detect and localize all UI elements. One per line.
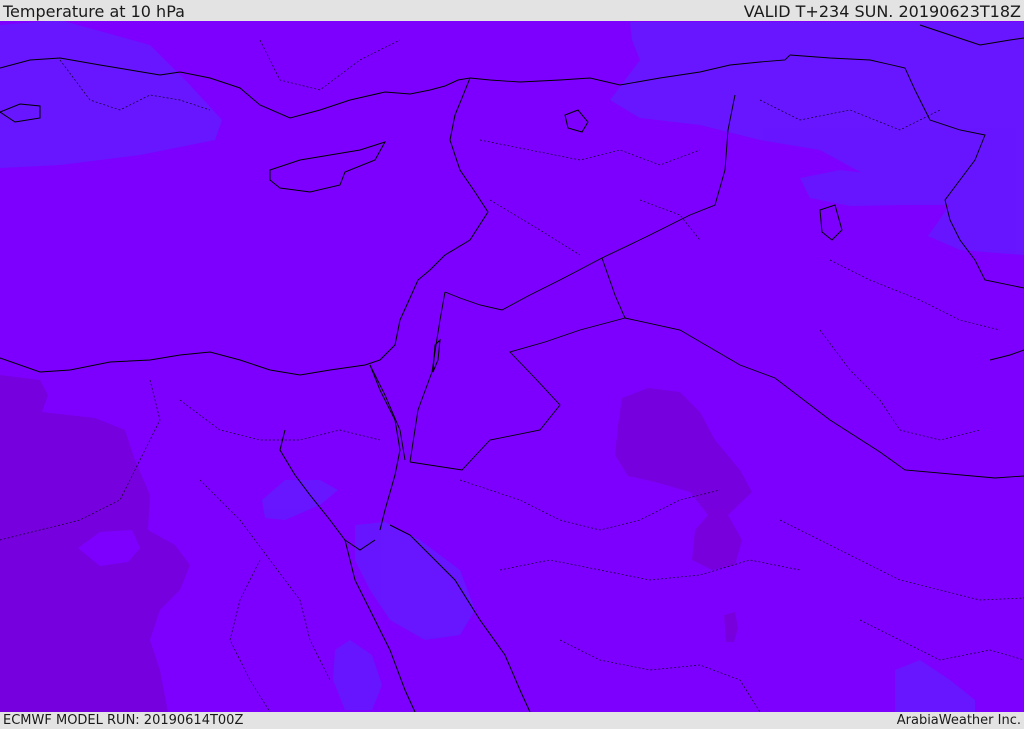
model-run-label: ECMWF MODEL RUN: 20190614T00Z [3, 713, 244, 728]
valid-time-label: VALID T+234 SUN. 20190623T18Z [743, 2, 1021, 21]
credit-label: ArabiaWeather Inc. [896, 713, 1021, 728]
header-bar: Temperature at 10 hPa VALID T+234 SUN. 2… [0, 0, 1024, 21]
footer-bar: ECMWF MODEL RUN: 20190614T00Z ArabiaWeat… [0, 712, 1024, 729]
map-canvas [0, 21, 1024, 712]
weather-map[interactable] [0, 21, 1024, 712]
map-title: Temperature at 10 hPa [3, 2, 185, 21]
